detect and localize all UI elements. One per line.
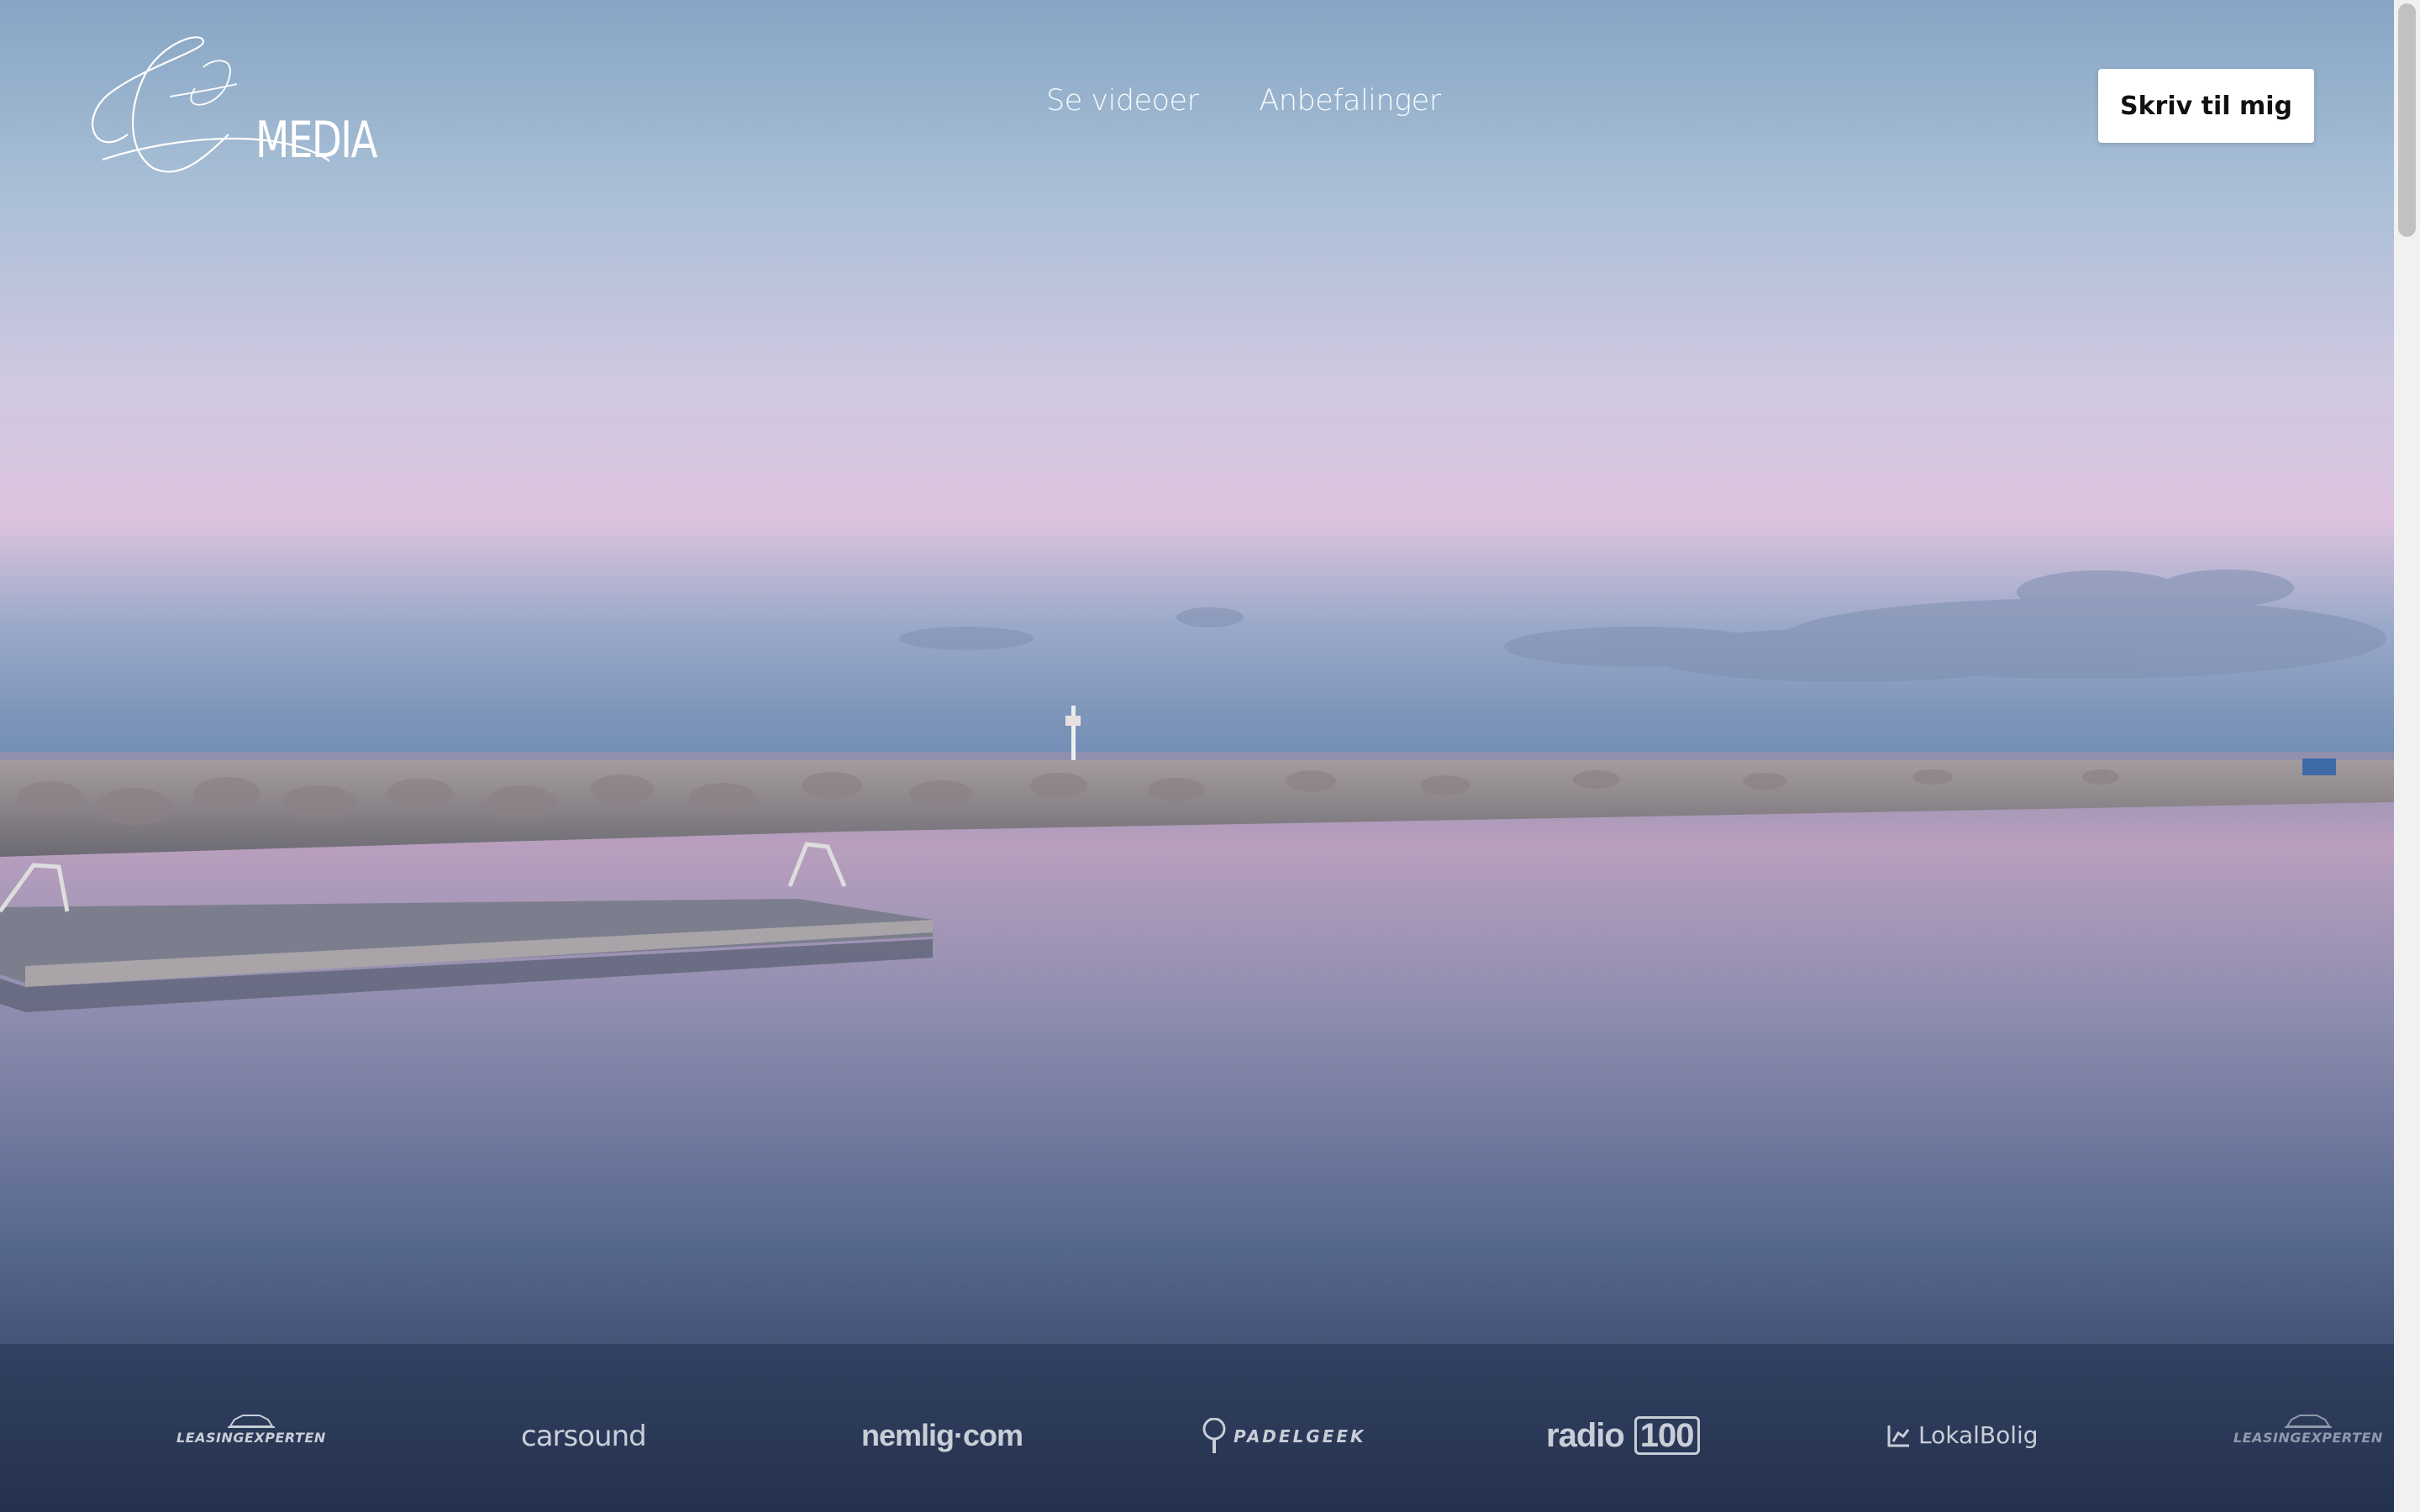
client-logo-label: carsound [521, 1420, 647, 1453]
main-nav: Se videoer Anbefalinger [1046, 84, 1441, 118]
page-scrollbar[interactable] [2394, 0, 2420, 1512]
client-logo-padelgeek: PADELGEEK [1202, 1418, 1366, 1455]
hero-background [0, 0, 2394, 1512]
radio-badge: 100 [1634, 1416, 1700, 1455]
client-logo-radio100: radio 100 [1546, 1416, 1700, 1455]
client-logo-carsound: carsound [521, 1420, 647, 1453]
brand-logo[interactable]: MEDIA [77, 34, 380, 181]
site-header: MEDIA Se videoer Anbefalinger Skriv til … [0, 0, 2394, 210]
client-logo-label: PADELGEEK [1234, 1426, 1366, 1446]
client-logo-label: LEASINGEXPERTEN [2233, 1430, 2383, 1446]
client-logo-leasingexperten: LEASINGEXPERTEN [176, 1413, 326, 1446]
client-logo-lokalbolig: LokalBolig [1886, 1421, 2039, 1449]
nav-link-recommendations[interactable]: Anbefalinger [1259, 84, 1441, 118]
chart-house-icon [1887, 1425, 1910, 1446]
nav-link-videos[interactable]: Se videoer [1046, 84, 1199, 118]
car-icon [227, 1415, 275, 1428]
contact-button[interactable]: Skriv til mig [2098, 69, 2314, 143]
client-logo-label: nemlig·com [861, 1418, 1023, 1452]
client-logo-strip: LEASINGEXPERTEN carsound nemlig·com PADE… [0, 1378, 2394, 1495]
car-icon [2284, 1415, 2332, 1428]
client-logo-label: LokalBolig [1918, 1421, 2039, 1449]
harbor-scene [0, 0, 2394, 1512]
client-logo-label: radio [1546, 1416, 1625, 1454]
client-logo-nemlig: nemlig·com [861, 1418, 1023, 1453]
padel-racket-icon [1202, 1418, 1226, 1453]
scrollbar-thumb[interactable] [2398, 3, 2416, 237]
client-logo-label: LEASINGEXPERTEN [176, 1430, 326, 1446]
brand-wordmark: MEDIA [255, 111, 378, 170]
client-logo-leasingexperten-repeat: LEASINGEXPERTEN [2233, 1413, 2383, 1446]
